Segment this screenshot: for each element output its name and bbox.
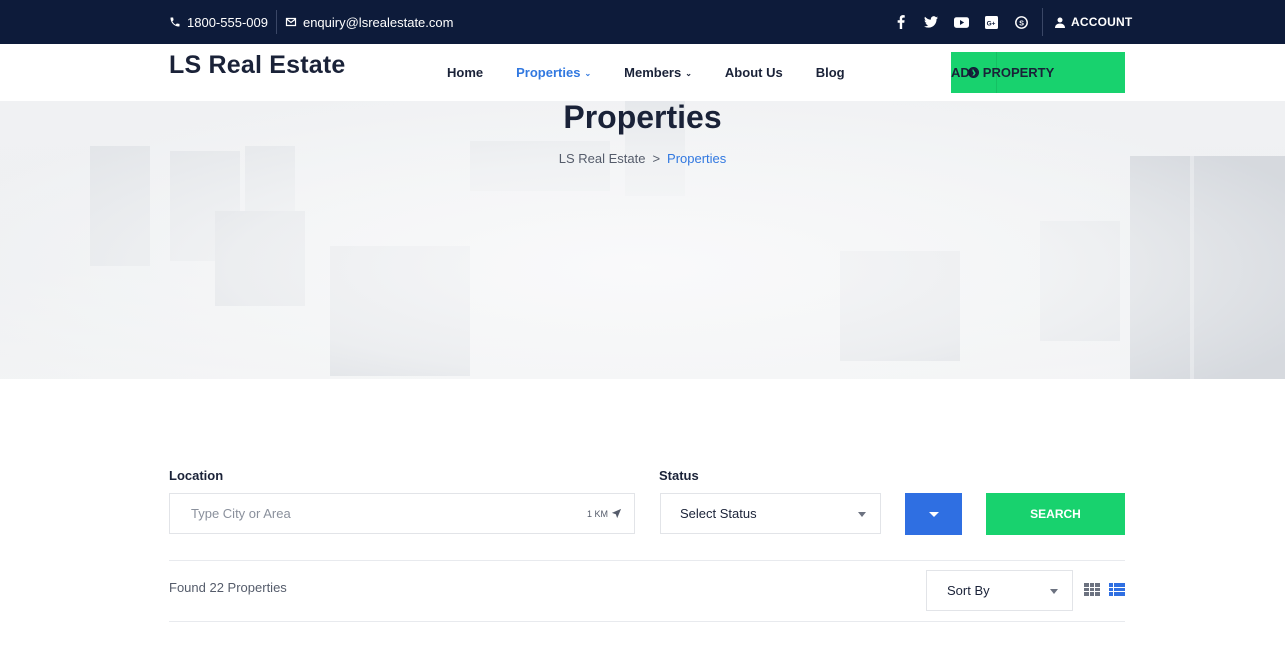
nav-label: Properties <box>516 65 581 80</box>
skype-icon[interactable]: S <box>1013 14 1029 30</box>
nav-label: Home <box>447 65 484 80</box>
search-button[interactable]: SEARCH <box>986 493 1125 535</box>
nav-label: Members <box>624 65 682 80</box>
advanced-filter-toggle[interactable] <box>905 493 962 535</box>
location-arrow-icon <box>611 508 622 519</box>
fog-overlay <box>0 101 1285 379</box>
divider <box>169 560 1125 561</box>
twitter-icon[interactable] <box>923 14 939 30</box>
envelope-icon <box>285 17 297 27</box>
view-toggle <box>1084 583 1125 596</box>
status-select[interactable]: Select Status <box>660 493 881 534</box>
nav-properties[interactable]: Properties ⌄ <box>516 65 591 80</box>
chevron-down-icon: ⌄ <box>584 68 592 78</box>
results-count: Found 22 Properties <box>169 580 287 595</box>
hero-banner <box>0 101 1285 379</box>
facebook-icon[interactable] <box>893 14 909 30</box>
svg-text:S: S <box>1019 18 1024 27</box>
status-label: Status <box>659 468 699 483</box>
social-links: G+ S <box>893 0 1029 44</box>
user-icon <box>1055 17 1065 28</box>
radius-value: 1 KM <box>586 508 608 519</box>
nav-blog[interactable]: Blog <box>816 65 845 80</box>
top-bar: 1800-555-009 enquiry@lsrealestate.com G+… <box>0 0 1285 44</box>
email-link[interactable]: enquiry@lsrealestate.com <box>285 15 453 30</box>
phone-icon <box>170 17 180 27</box>
add-property-button[interactable]: ❯ ADD PROPERTY <box>951 52 1125 93</box>
breadcrumb-current: Properties <box>667 151 727 166</box>
sort-select[interactable]: Sort By <box>926 570 1073 611</box>
location-input[interactable] <box>170 494 550 533</box>
nav-home[interactable]: Home <box>447 65 483 80</box>
page-title: Properties <box>563 99 722 135</box>
caret-down-icon <box>928 511 939 517</box>
account-link[interactable]: ACCOUNT <box>1055 0 1132 44</box>
divider <box>1042 8 1043 36</box>
breadcrumb-home[interactable]: LS Real Estate <box>559 151 646 166</box>
svg-text:G+: G+ <box>986 20 995 27</box>
phone-number: 1800-555-009 <box>187 14 268 30</box>
radius-selector[interactable]: 1 KM <box>587 494 622 533</box>
add-property-label: ADD PROPERTY <box>951 65 1055 80</box>
google-plus-icon[interactable]: G+ <box>983 14 999 30</box>
nav-members[interactable]: Members ⌄ <box>624 65 692 80</box>
caret-down-icon <box>858 511 866 517</box>
contact-info: 1800-555-009 enquiry@lsrealestate.com <box>169 0 453 44</box>
location-label: Location <box>169 468 224 483</box>
divider <box>275 10 277 34</box>
main-header: LS Real Estate Home Properties ⌄ Members… <box>0 44 1285 101</box>
location-field: 1 KM <box>169 493 635 534</box>
grid-view-icon[interactable] <box>1084 583 1100 596</box>
divider <box>169 621 1125 622</box>
status-value: Select Status <box>680 506 757 521</box>
breadcrumb: LS Real Estate > Properties <box>0 151 1285 166</box>
nav-about-us[interactable]: About Us <box>725 65 783 80</box>
sort-value: Sort By <box>947 583 990 598</box>
breadcrumb-separator: > <box>652 151 661 166</box>
nav-label: About Us <box>724 65 783 80</box>
site-logo[interactable]: LS Real Estate <box>169 51 345 80</box>
list-view-icon[interactable] <box>1109 583 1125 596</box>
phone-link[interactable]: 1800-555-009 <box>169 15 268 30</box>
caret-down-icon <box>1050 588 1058 594</box>
youtube-icon[interactable] <box>953 14 969 30</box>
nav-label: Blog <box>815 65 845 80</box>
email-address: enquiry@lsrealestate.com <box>302 14 454 30</box>
chevron-down-icon: ⌄ <box>685 68 692 78</box>
account-label: ACCOUNT <box>1071 15 1133 29</box>
main-nav: Home Properties ⌄ Members ⌄ About Us Blo… <box>447 44 845 101</box>
